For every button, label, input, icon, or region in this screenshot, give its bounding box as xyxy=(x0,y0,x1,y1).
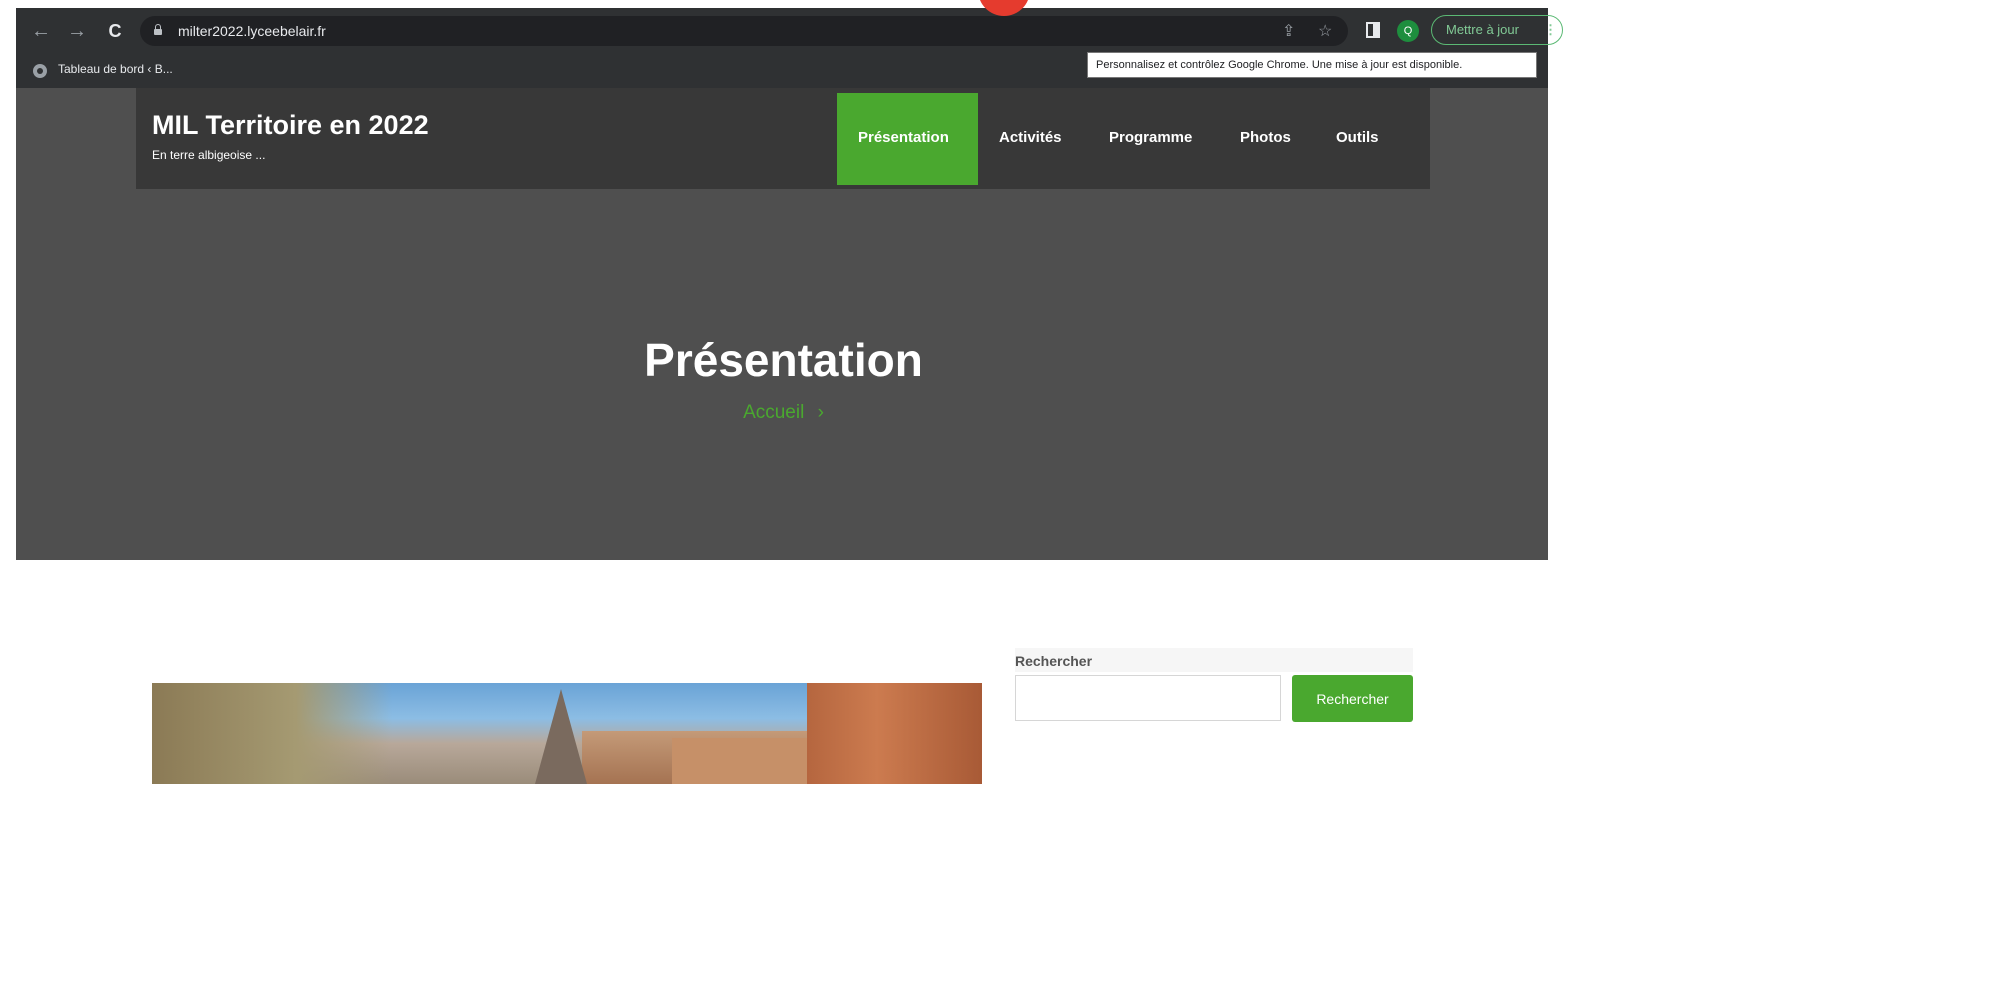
reload-icon[interactable]: C xyxy=(102,18,128,44)
update-button[interactable]: Mettre à jour ⋮ xyxy=(1431,15,1563,45)
update-button-label: Mettre à jour xyxy=(1446,22,1519,37)
brick-tower-shape xyxy=(807,683,982,784)
menu-item-outils[interactable]: Outils xyxy=(1336,129,1379,146)
bookmark-star-icon[interactable]: ☆ xyxy=(1318,21,1332,41)
page-title: Présentation xyxy=(644,334,923,386)
site-tagline: En terre albigeoise ... xyxy=(152,148,266,162)
globe-icon xyxy=(33,64,47,78)
browser-toolbar: ← → C milter2022.lyceebelair.fr ⇪ ☆ Q Me… xyxy=(16,8,1563,54)
menu-dots-icon[interactable]: ⋮ xyxy=(1544,16,1557,43)
breadcrumb-home-link[interactable]: Accueil xyxy=(743,402,804,423)
url-text[interactable]: milter2022.lyceebelair.fr xyxy=(178,23,326,39)
breadcrumb: Accueil › xyxy=(0,402,1567,424)
site-title[interactable]: MIL Territoire en 2022 xyxy=(152,110,429,141)
profile-avatar[interactable]: Q xyxy=(1397,20,1419,42)
bookmark-item[interactable]: Tableau de bord ‹ B... xyxy=(58,62,173,76)
featured-image xyxy=(152,683,982,784)
trees-area xyxy=(152,683,392,784)
chrome-menu-tooltip: Personnalisez et contrôlez Google Chrome… xyxy=(1087,52,1537,78)
spire-shape xyxy=(535,689,587,784)
search-button[interactable]: Rechercher xyxy=(1292,675,1413,722)
menu-item-photos[interactable]: Photos xyxy=(1240,129,1291,146)
menu-item-presentation[interactable]: Présentation xyxy=(858,129,949,146)
search-widget-title: Rechercher xyxy=(1015,648,1413,672)
forward-arrow-icon[interactable]: → xyxy=(64,18,90,44)
address-bar[interactable]: milter2022.lyceebelair.fr ⇪ ☆ xyxy=(140,16,1348,46)
chevron-right-icon: › xyxy=(817,402,824,423)
search-input[interactable] xyxy=(1015,675,1281,721)
menu-item-programme[interactable]: Programme xyxy=(1109,129,1192,146)
menu-item-activites[interactable]: Activités xyxy=(999,129,1062,146)
share-icon[interactable]: ⇪ xyxy=(1282,21,1295,41)
lock-icon xyxy=(154,24,162,35)
bridge-area xyxy=(672,738,822,784)
site-header: MIL Territoire en 2022 En terre albigeoi… xyxy=(136,88,1430,189)
side-panel-icon[interactable] xyxy=(1366,22,1380,38)
back-arrow-icon[interactable]: ← xyxy=(28,18,54,44)
